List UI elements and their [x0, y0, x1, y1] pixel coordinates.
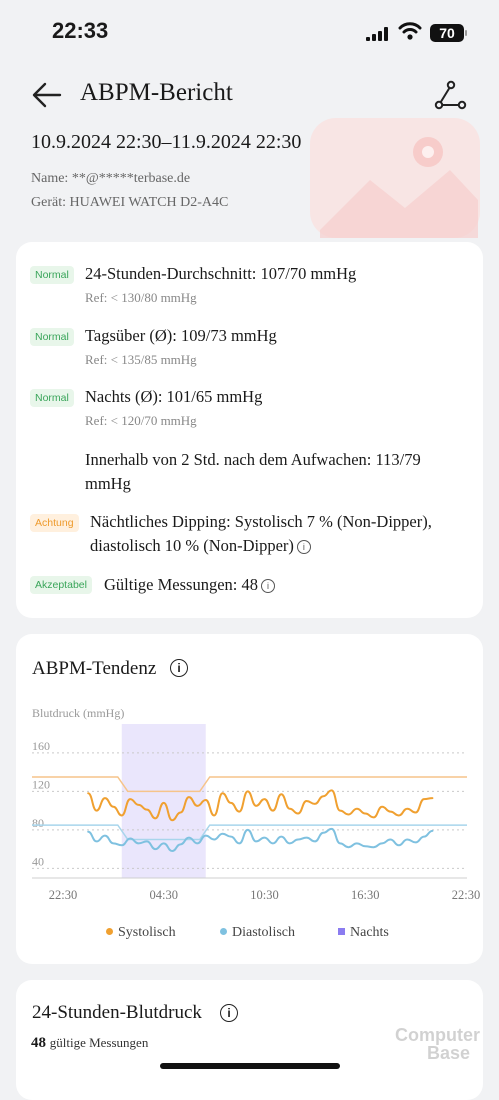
- night-avg-value: Nachts (Ø): 101/65 mmHg: [85, 387, 263, 406]
- info-icon[interactable]: i: [261, 579, 275, 593]
- legend-label: Diastolisch: [232, 925, 295, 940]
- info-icon[interactable]: i: [220, 1004, 238, 1022]
- wifi-icon: [398, 22, 422, 40]
- legend-swatch: [338, 928, 345, 935]
- dipping-line2-row: diastolisch 10 % (Non-Dipper) i: [90, 536, 311, 556]
- status-badge: Normal: [30, 389, 74, 407]
- home-indicator: [160, 1063, 340, 1069]
- wake-value-line2: mmHg: [85, 474, 131, 493]
- y-tick-label: 40: [32, 854, 44, 868]
- watermark-line1: Computer: [395, 1025, 480, 1045]
- legend-night: Nachts: [338, 925, 389, 941]
- y-tick-label: 120: [32, 777, 50, 791]
- legend-label: Systolisch: [118, 925, 176, 940]
- legend-systolic: Systolisch: [106, 925, 176, 941]
- summary-card: Normal 24-Stunden-Durchschnitt: 107/70 m…: [16, 242, 483, 618]
- y-axis-label: Blutdruck (mmHg): [32, 706, 124, 720]
- dipping-line2: diastolisch 10 % (Non-Dipper): [90, 536, 294, 555]
- legend-diastolic: Diastolisch: [220, 925, 295, 941]
- report-date-range: 10.9.2024 22:30–11.9.2024 22:30: [31, 131, 302, 153]
- valid-count-row: 48 gültige Messungen: [31, 1035, 148, 1052]
- status-time: 22:33: [52, 18, 109, 43]
- wake-value-line1: Innerhalb von 2 Std. nach dem Aufwachen:…: [85, 450, 421, 469]
- user-name: Name: **@*****terbase.de: [31, 171, 191, 186]
- battery-indicator: 70: [430, 24, 464, 42]
- abpm-trend-chart: Blutdruck (mmHg) 160 120 80 40 22:30 04:30 10:3…: [32, 706, 480, 902]
- battery-tip: [465, 30, 467, 36]
- legend-swatch: [220, 928, 227, 935]
- x-tick-label: 22:30: [49, 888, 77, 902]
- trend-card: ABPM-Tendenz i Blutdruck (mmHg) 160 120 80 4…: [16, 634, 483, 964]
- report-illustration-icon: [310, 118, 480, 238]
- watermark: Computer Base: [395, 1026, 480, 1062]
- status-bar: 22:33 70: [0, 0, 499, 62]
- valid-measurements: Gültige Messungen: 48: [104, 575, 258, 594]
- valid-count: 48: [31, 1035, 46, 1051]
- page-title: ABPM-Bericht: [80, 79, 233, 106]
- status-badge: Achtung: [30, 514, 79, 532]
- y-tick-label: 80: [32, 816, 44, 830]
- avg-24h-ref: Ref: < 130/80 mmHg: [85, 290, 197, 305]
- night-avg-ref: Ref: < 120/70 mmHg: [85, 413, 197, 428]
- watermark-line2: Base: [427, 1043, 471, 1063]
- x-tick-label: 10:30: [250, 888, 278, 902]
- dipping-line1: Nächtliches Dipping: Systolisch 7 % (Non…: [90, 512, 432, 531]
- status-badge: Normal: [30, 266, 74, 284]
- bp24-title: 24-Stunden-Blutdruck: [32, 1002, 202, 1023]
- day-avg-ref: Ref: < 135/85 mmHg: [85, 352, 197, 367]
- legend-swatch: [106, 928, 113, 935]
- x-tick-label: 22:30: [452, 888, 480, 902]
- status-badge: Normal: [30, 328, 74, 346]
- share-icon[interactable]: [432, 78, 468, 112]
- reference-line: [32, 776, 467, 793]
- y-tick-label: 160: [32, 739, 50, 753]
- x-tick-label: 04:30: [150, 888, 178, 902]
- device-name: Gerät: HUAWEI WATCH D2-A4C: [31, 195, 229, 210]
- cellular-signal-icon: [366, 27, 388, 41]
- status-badge: Akzeptabel: [30, 576, 92, 594]
- legend-label: Nachts: [350, 925, 389, 940]
- back-arrow-icon[interactable]: [30, 78, 64, 112]
- info-icon[interactable]: i: [296, 540, 311, 554]
- valid-measurements-row: Gültige Messungen: 48 i: [104, 575, 275, 595]
- avg-24h-value: 24-Stunden-Durchschnitt: 107/70 mmHg: [85, 264, 357, 283]
- valid-count-label: gültige Messungen: [49, 1035, 149, 1050]
- x-tick-label: 16:30: [351, 888, 379, 902]
- day-avg-value: Tagsüber (Ø): 109/73 mmHg: [85, 326, 277, 345]
